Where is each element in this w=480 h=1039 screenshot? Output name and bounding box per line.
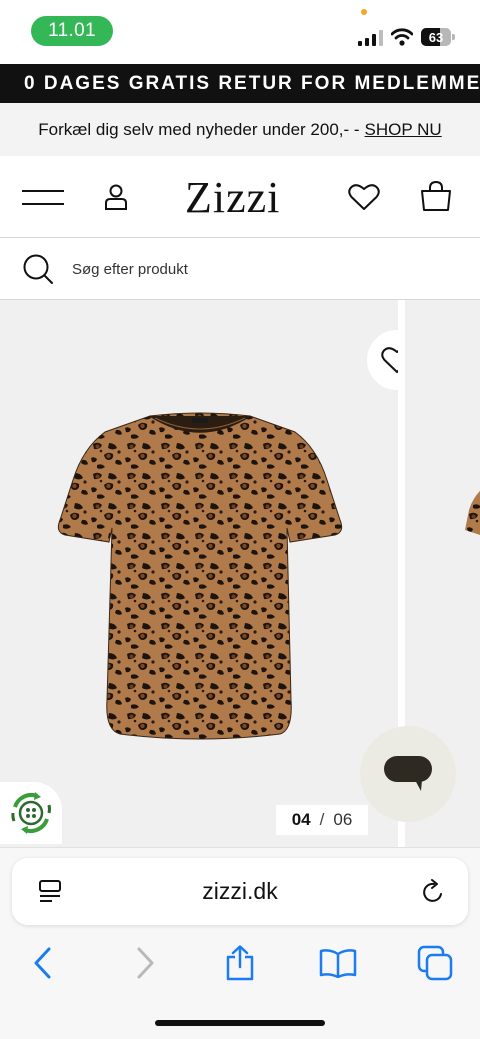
site-header: Zizzi xyxy=(0,156,480,238)
reload-icon[interactable] xyxy=(422,879,446,905)
product-gallery[interactable]: 04 / 06 xyxy=(0,300,480,847)
promo-bar: Forkæl dig selv med nyheder under 200,- … xyxy=(0,103,480,156)
back-button[interactable] xyxy=(23,943,63,983)
wifi-icon xyxy=(391,28,413,46)
browser-nav-bar xyxy=(0,943,480,987)
search-icon[interactable] xyxy=(22,253,54,285)
shop-now-link[interactable]: SHOP NU xyxy=(365,120,442,140)
eco-badge[interactable] xyxy=(0,782,62,844)
battery-icon: 63 xyxy=(421,28,451,46)
menu-icon[interactable] xyxy=(22,188,64,206)
home-indicator xyxy=(155,1020,325,1026)
free-returns-banner[interactable]: 0 DAGES GRATIS RETUR FOR MEDLEMMER xyxy=(0,64,480,103)
counter-current: 04 xyxy=(291,810,311,829)
user-icon[interactable] xyxy=(104,183,128,211)
search-input[interactable] xyxy=(72,257,452,281)
browser-toolbar: zizzi.dk xyxy=(0,847,480,1039)
heart-icon[interactable] xyxy=(348,183,380,211)
next-product-image xyxy=(465,490,480,535)
image-counter: 04 / 06 xyxy=(276,805,368,835)
cellular-signal-icon xyxy=(358,30,383,46)
status-bar: 11.01 63 xyxy=(0,0,480,64)
forward-icon xyxy=(137,947,154,979)
bag-icon[interactable] xyxy=(420,180,452,212)
status-time: 11.01 xyxy=(31,16,113,46)
counter-separator: / xyxy=(319,810,325,829)
forward-button[interactable] xyxy=(125,943,165,983)
privacy-indicator-dot xyxy=(361,9,367,15)
battery-percentage: 63 xyxy=(428,29,444,45)
chat-button[interactable] xyxy=(360,726,456,822)
counter-total: 06 xyxy=(333,810,353,829)
back-icon xyxy=(34,947,51,979)
share-icon xyxy=(226,945,254,981)
promo-text: Forkæl dig selv med nyheder under 200,- … xyxy=(38,119,360,139)
battery-indicator: 63 xyxy=(421,28,455,46)
search-bar xyxy=(0,238,480,300)
bookmarks-button[interactable] xyxy=(318,943,358,983)
product-image xyxy=(57,412,343,740)
banner-text: 0 DAGES GRATIS RETUR FOR MEDLEMMER xyxy=(24,73,480,94)
bookmarks-icon xyxy=(319,949,357,978)
gallery-slide-current[interactable] xyxy=(0,300,427,847)
url-text: zizzi.dk xyxy=(202,878,278,904)
zizzi-logo[interactable]: Zizzi xyxy=(185,172,280,223)
address-bar[interactable]: zizzi.dk xyxy=(12,858,468,925)
recycle-icon xyxy=(11,792,51,834)
tabs-button[interactable] xyxy=(415,943,455,983)
chat-bubble-icon xyxy=(384,756,432,791)
share-button[interactable] xyxy=(220,943,260,983)
battery-cap xyxy=(452,34,455,40)
tabs-icon xyxy=(417,945,453,981)
